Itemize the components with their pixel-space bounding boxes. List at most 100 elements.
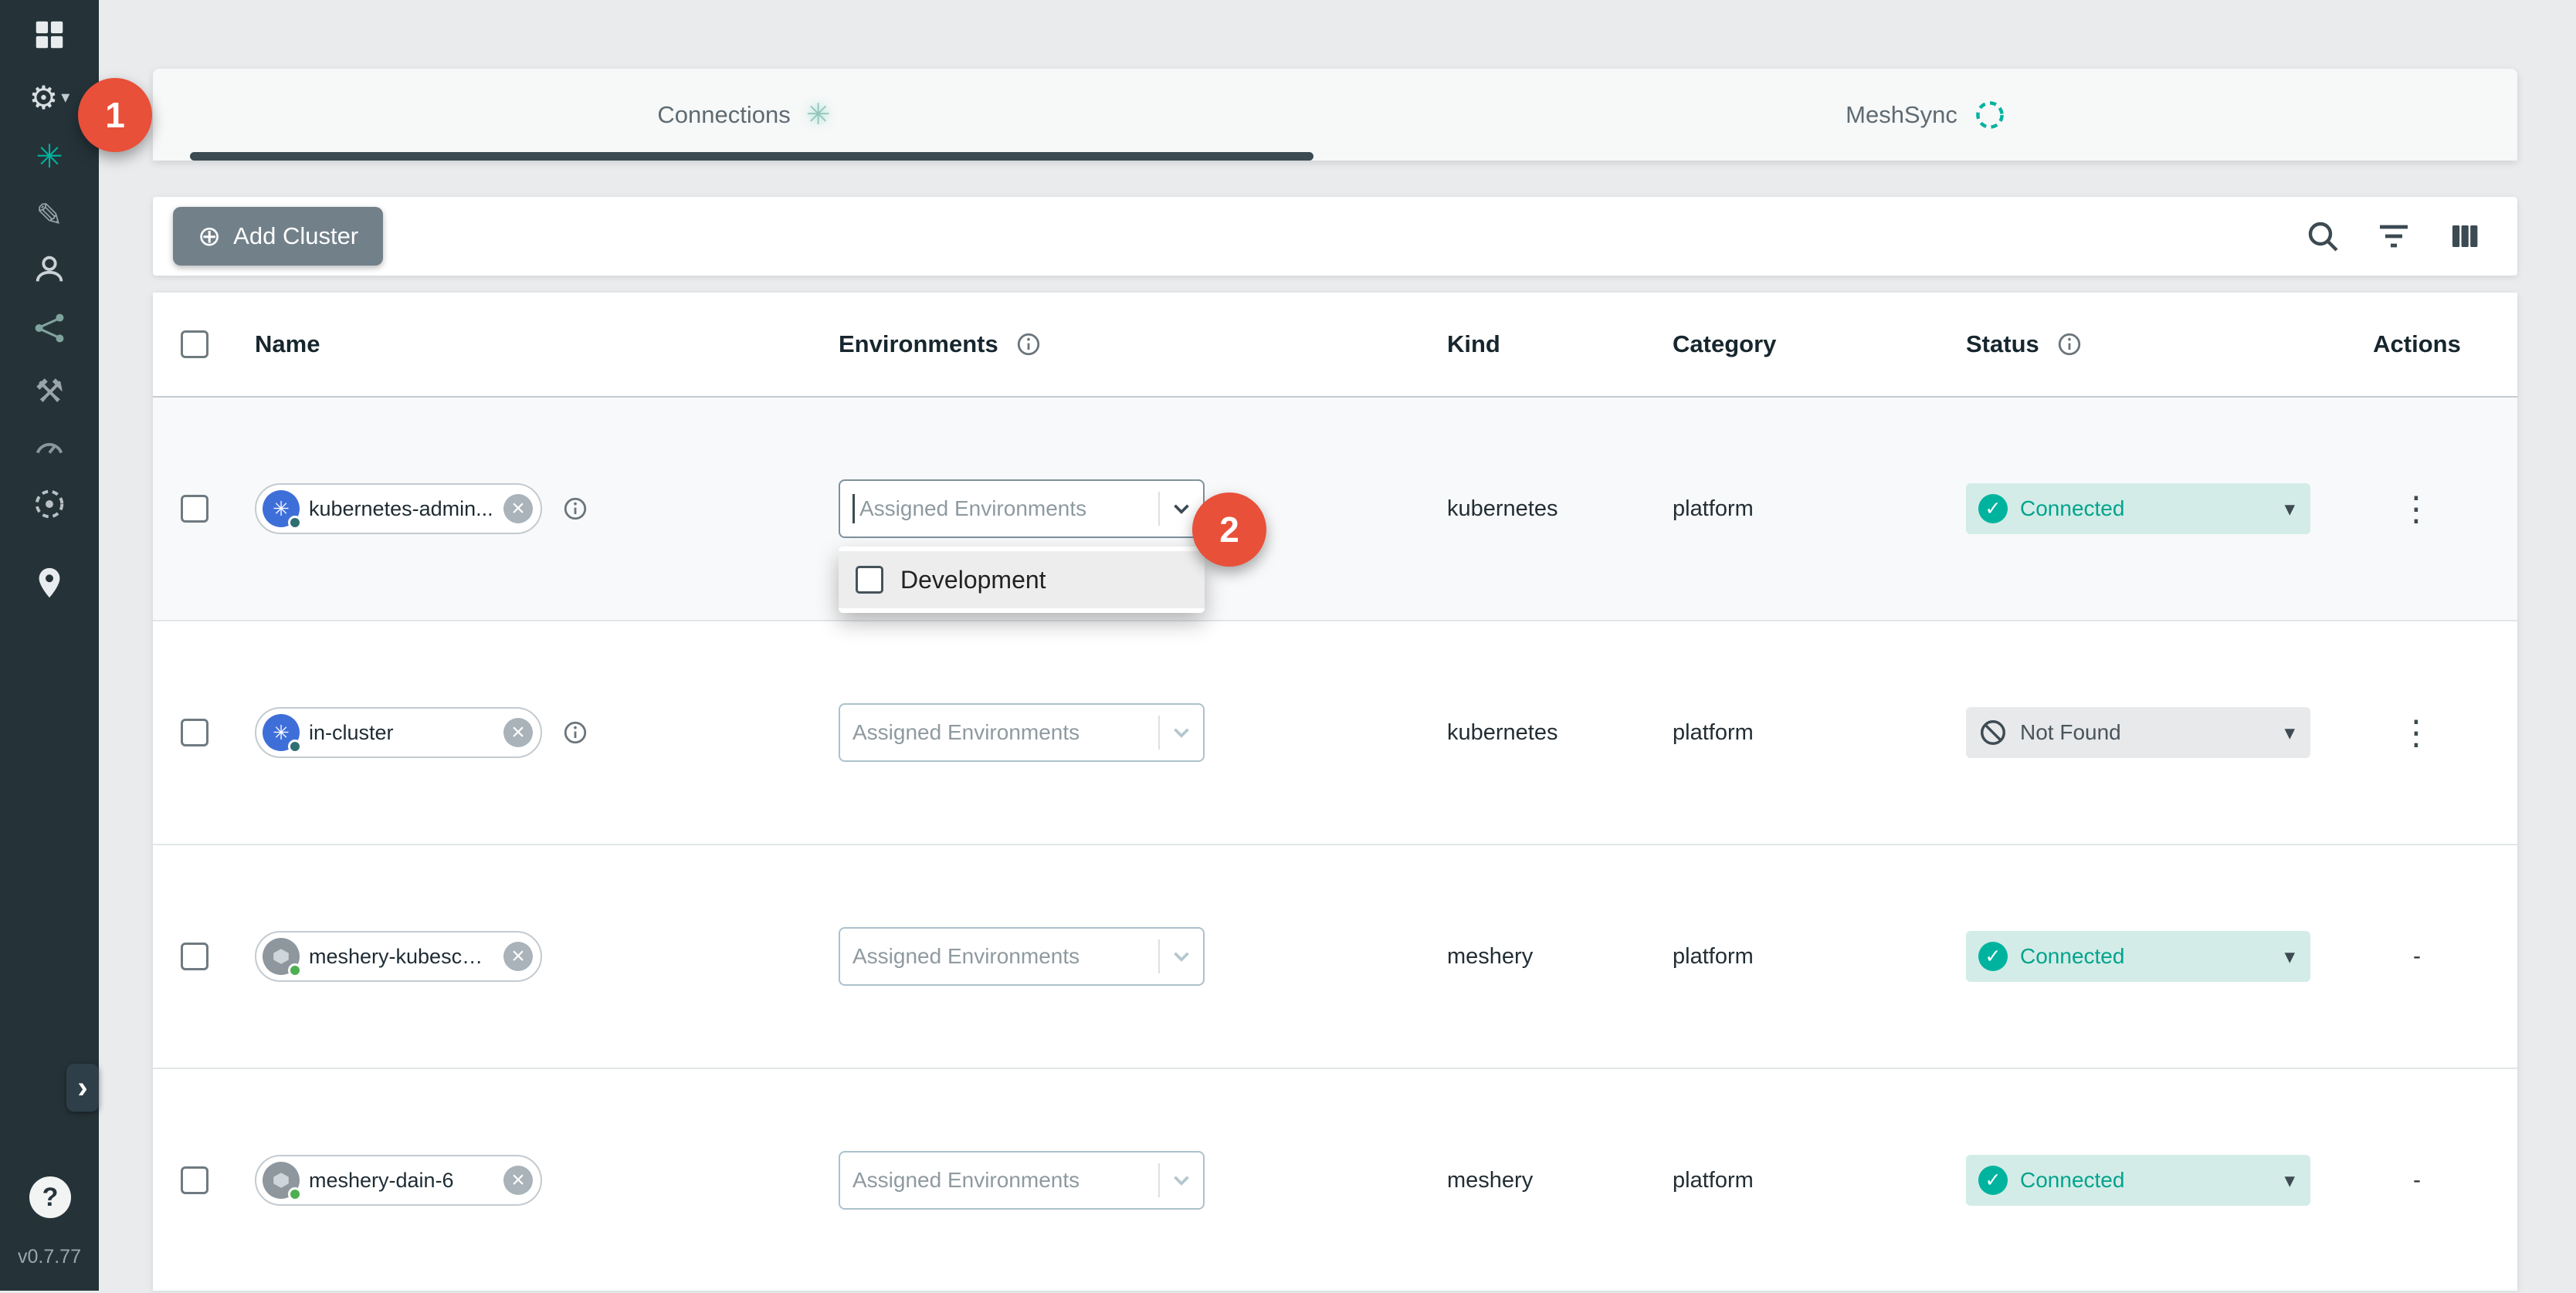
status-chip[interactable]: ✓ Connected ▾ (1966, 483, 2310, 534)
connections-tab-bar: Connections ✳ MeshSync (153, 69, 2517, 161)
connection-info-icon[interactable] (562, 719, 588, 746)
category-value: platform (1673, 1168, 1754, 1193)
environments-placeholder: Assigned Environments (852, 944, 1158, 969)
environments-dropdown-menu: Development (839, 547, 1205, 613)
status-label: Not Found (2020, 720, 2121, 745)
environments-select[interactable]: Assigned Environments (839, 479, 1205, 538)
row-checkbox[interactable] (181, 719, 208, 746)
kind-value: meshery (1447, 944, 1533, 970)
status-info-icon[interactable] (2056, 331, 2083, 357)
table-row: meshery-kubescop... × Assigned Environme… (153, 845, 2517, 1069)
gear-icon: ⚙ (29, 79, 59, 117)
kebab-menu-icon[interactable]: ⋮ (2399, 489, 2435, 529)
sidebar-item-configuration[interactable]: ✎ (14, 188, 85, 241)
pencil-icon: ✎ (36, 196, 63, 234)
connection-name: in-cluster (309, 721, 494, 745)
row-checkbox[interactable] (181, 495, 208, 523)
add-cluster-button[interactable]: ⊕ Add Cluster (173, 207, 383, 266)
actions-empty: - (2413, 943, 2421, 970)
row-checkbox[interactable] (181, 943, 208, 970)
meshery-avatar-icon (263, 938, 300, 975)
sidebar-item-lifecycle[interactable]: ✳ (14, 130, 85, 182)
sidebar-item-toolkit[interactable]: ⚒ (14, 364, 85, 417)
toolbar-actions (2304, 218, 2483, 255)
kubernetes-avatar-icon: ✳ (263, 490, 300, 527)
connections-table: Name Environments Kind Category Status A… (153, 293, 2517, 1291)
dashboard-icon (32, 17, 67, 60)
check-circle-icon: ✓ (1978, 1166, 2008, 1195)
active-tab-indicator (190, 152, 1313, 161)
chip-delete-icon[interactable]: × (503, 718, 533, 747)
chip-delete-icon[interactable]: × (503, 942, 533, 971)
tab-connections[interactable]: Connections ✳ (153, 69, 1335, 161)
chevron-down-icon: ▾ (61, 87, 69, 107)
mesh-network-icon (32, 310, 67, 354)
sidebar-item-settings[interactable]: ⚙ ▾ (14, 71, 85, 124)
help-button[interactable]: ? (29, 1176, 71, 1218)
kind-value: kubernetes (1447, 720, 1558, 746)
sidebar-item-users[interactable] (14, 247, 85, 300)
tab-connections-label: Connections (657, 101, 790, 129)
connections-snowflake-icon: ✳ (806, 97, 831, 132)
user-icon (32, 252, 67, 295)
connection-info-icon[interactable] (562, 496, 588, 522)
header-kind: Kind (1447, 330, 1500, 358)
connection-name: meshery-dain-6 (309, 1169, 494, 1193)
sidebar-item-mesh[interactable] (14, 306, 85, 358)
category-value: platform (1673, 496, 1754, 522)
search-icon[interactable] (2304, 218, 2341, 255)
select-all-checkbox[interactable] (181, 330, 208, 358)
annotation-step-badge: 1 (78, 78, 152, 152)
actions-empty: - (2413, 1167, 2421, 1193)
filter-icon[interactable] (2375, 218, 2412, 255)
meshsync-spinner-icon (1973, 98, 2007, 132)
view-columns-icon[interactable] (2446, 218, 2483, 255)
environments-info-icon[interactable] (1015, 331, 1042, 357)
sidebar-item-extensions[interactable] (14, 482, 85, 534)
environments-select[interactable]: Assigned Environments (839, 927, 1205, 986)
kubernetes-avatar-icon: ✳ (263, 714, 300, 751)
chevron-down-icon[interactable] (1160, 943, 1203, 970)
status-label: Connected (2020, 1168, 2124, 1193)
environment-option-checkbox[interactable] (856, 566, 883, 594)
chevron-down-icon[interactable] (1160, 1167, 1203, 1193)
status-chip[interactable]: ✓ Connected ▾ (1966, 1155, 2310, 1206)
kebab-menu-icon[interactable]: ⋮ (2399, 713, 2435, 753)
connection-name-chip[interactable]: meshery-dain-6 × (255, 1155, 542, 1206)
header-actions: Actions (2373, 330, 2461, 358)
environments-select[interactable]: Assigned Environments (839, 1151, 1205, 1210)
header-status: Status (1966, 330, 2039, 358)
table-header-row: Name Environments Kind Category Status A… (153, 293, 2517, 398)
connection-name-chip[interactable]: ✳ kubernetes-admin... × (255, 483, 542, 534)
app-version: v0.7.77 (0, 1246, 99, 1268)
chevron-down-icon[interactable] (1160, 719, 1203, 746)
connection-name: kubernetes-admin... (309, 497, 494, 521)
chevron-down-icon: ▾ (2284, 721, 2295, 745)
category-value: platform (1673, 720, 1754, 746)
kind-value: meshery (1447, 1168, 1533, 1193)
chevron-down-icon: ▾ (2284, 1169, 2295, 1193)
table-row: ✳ in-cluster × Assigned Environments kub… (153, 621, 2517, 845)
row-checkbox[interactable] (181, 1166, 208, 1194)
table-row: ✳ kubernetes-admin... × Assigned Environ… (153, 398, 2517, 621)
status-chip[interactable]: ✓ Connected ▾ (1966, 931, 2310, 982)
connection-name-chip[interactable]: ✳ in-cluster × (255, 707, 542, 758)
sidebar-item-performance[interactable] (14, 423, 85, 476)
environments-select[interactable]: Assigned Environments (839, 703, 1205, 762)
chip-delete-icon[interactable]: × (503, 494, 533, 523)
sidebar-expand-button[interactable]: › (66, 1064, 99, 1112)
status-chip[interactable]: Not Found ▾ (1966, 707, 2310, 758)
tools-icon: ⚒ (35, 372, 64, 410)
environment-option-label: Development (900, 566, 1046, 594)
environment-option-development[interactable]: Development (839, 551, 1205, 608)
sidebar-item-dashboard[interactable] (14, 12, 85, 65)
tab-meshsync[interactable]: MeshSync (1335, 69, 2517, 161)
check-circle-icon: ✓ (1978, 494, 2008, 523)
sidebar-item-location[interactable] (14, 560, 85, 613)
connection-name-chip[interactable]: meshery-kubescop... × (255, 931, 542, 982)
environments-placeholder: Assigned Environments (859, 496, 1158, 521)
status-label: Connected (2020, 496, 2124, 521)
chip-delete-icon[interactable]: × (503, 1166, 533, 1195)
text-cursor (852, 494, 855, 523)
table-row: meshery-dain-6 × Assigned Environments m… (153, 1069, 2517, 1293)
